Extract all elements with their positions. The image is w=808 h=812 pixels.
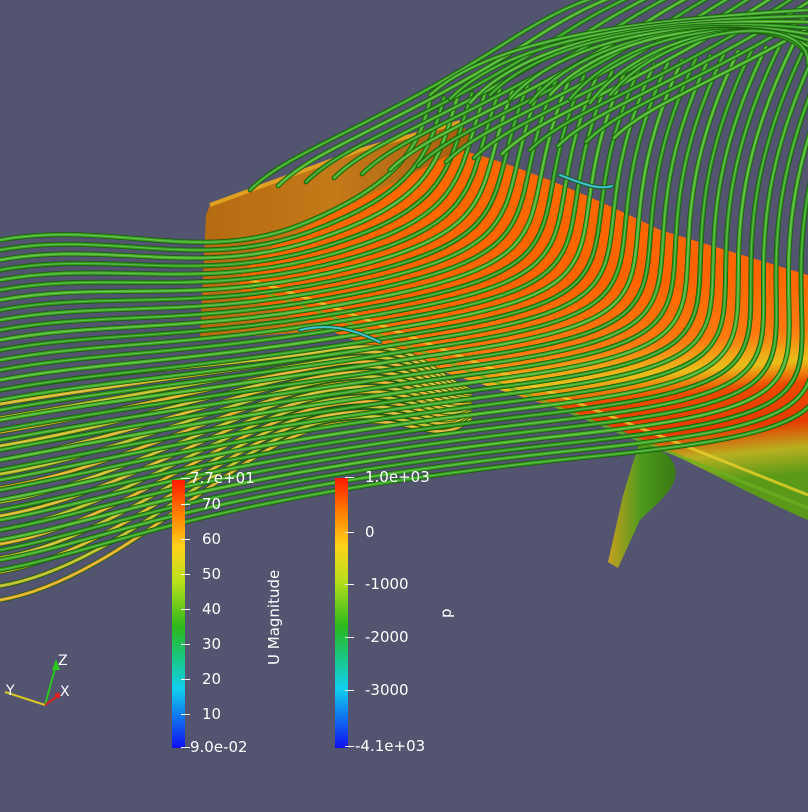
u-tick-mark — [181, 644, 190, 645]
u-bar-title: U Magnitude — [265, 569, 283, 665]
p-tick-mark — [345, 584, 354, 585]
u-bar-min-label: 9.0e-02 — [190, 738, 248, 756]
u-magnitude-colorbar — [172, 480, 185, 748]
u-tick-mark — [181, 679, 190, 680]
p-tick-label: -2000 — [365, 628, 409, 646]
u-tick-label: 20 — [202, 670, 222, 688]
p-tick-mark-max — [345, 477, 354, 478]
p-colorbar — [335, 478, 348, 748]
p-bar-min-label: -4.1e+03 — [355, 737, 426, 755]
wing-support-strut — [608, 440, 676, 568]
u-tick-label: 40 — [202, 600, 222, 618]
u-tick-mark — [181, 539, 190, 540]
u-tick-mark — [181, 714, 190, 715]
p-tick-label: -1000 — [365, 575, 409, 593]
u-tick-label: 50 — [202, 565, 222, 583]
u-tick-label: 10 — [202, 705, 222, 723]
u-tick-label: 60 — [202, 530, 222, 548]
p-tick-mark — [345, 637, 354, 638]
axis-z-label: Z — [58, 653, 68, 669]
u-tick-mark-min — [181, 747, 190, 748]
u-tick-label: 70 — [202, 495, 222, 513]
u-bar-max-label: 7.7e+01 — [190, 469, 255, 487]
p-bar-title: p — [437, 608, 455, 618]
render-viewport[interactable]: 7.7e+01 9.0e-02 70 60 50 40 30 20 10 U M… — [0, 0, 808, 808]
p-tick-mark — [345, 532, 354, 533]
u-tick-mark — [181, 609, 190, 610]
p-bar-max-label: 1.0e+03 — [365, 468, 430, 486]
u-tick-mark — [181, 574, 190, 575]
p-tick-mark — [345, 690, 354, 691]
axis-y-label: Y — [6, 683, 15, 699]
p-tick-label: 0 — [365, 523, 375, 541]
u-tick-mark-max — [181, 478, 190, 479]
axis-x-label: X — [60, 684, 70, 700]
u-tick-mark — [181, 504, 190, 505]
u-tick-label: 30 — [202, 635, 222, 653]
p-tick-label: -3000 — [365, 681, 409, 699]
p-tick-mark-min — [345, 746, 354, 747]
